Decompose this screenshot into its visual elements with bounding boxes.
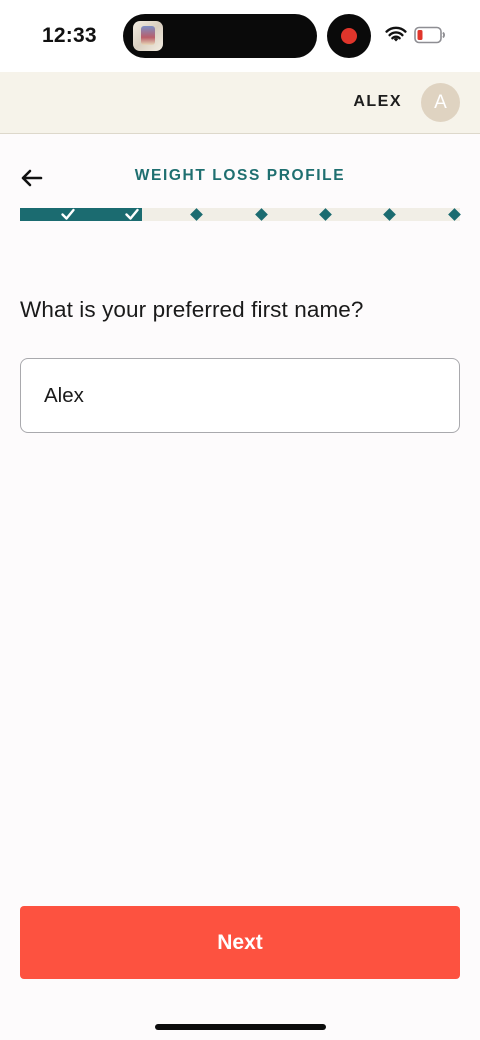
diamond-icon bbox=[383, 208, 397, 221]
avatar[interactable]: A bbox=[421, 83, 460, 122]
app-header: ALEX A bbox=[0, 72, 480, 134]
progress-bar bbox=[20, 208, 461, 221]
check-icon bbox=[125, 208, 140, 220]
page-title: WEIGHT LOSS PROFILE bbox=[134, 167, 346, 184]
user-name[interactable]: ALEX bbox=[353, 93, 402, 111]
diamond-icon bbox=[254, 208, 268, 221]
home-indicator[interactable] bbox=[155, 1024, 326, 1030]
next-button[interactable]: Next bbox=[20, 906, 460, 979]
first-name-input[interactable] bbox=[20, 358, 460, 433]
screen: 12:33 ALEX A WEIGHT LOSS PROFILE What is… bbox=[0, 0, 480, 1040]
battery-low-icon bbox=[414, 26, 445, 44]
diamond-icon bbox=[318, 208, 332, 221]
status-time: 12:33 bbox=[42, 24, 97, 47]
wifi-icon bbox=[385, 26, 407, 42]
question-label: What is your preferred first name? bbox=[20, 297, 364, 322]
diamond-icon bbox=[190, 208, 204, 221]
status-bar: 12:33 bbox=[0, 0, 480, 72]
check-icon bbox=[61, 208, 75, 220]
screen-record-icon bbox=[341, 28, 357, 44]
app-thumbnail-icon bbox=[133, 21, 163, 51]
screen-record-indicator bbox=[327, 14, 371, 58]
diamond-icon bbox=[447, 208, 461, 221]
dynamic-island bbox=[123, 14, 317, 58]
